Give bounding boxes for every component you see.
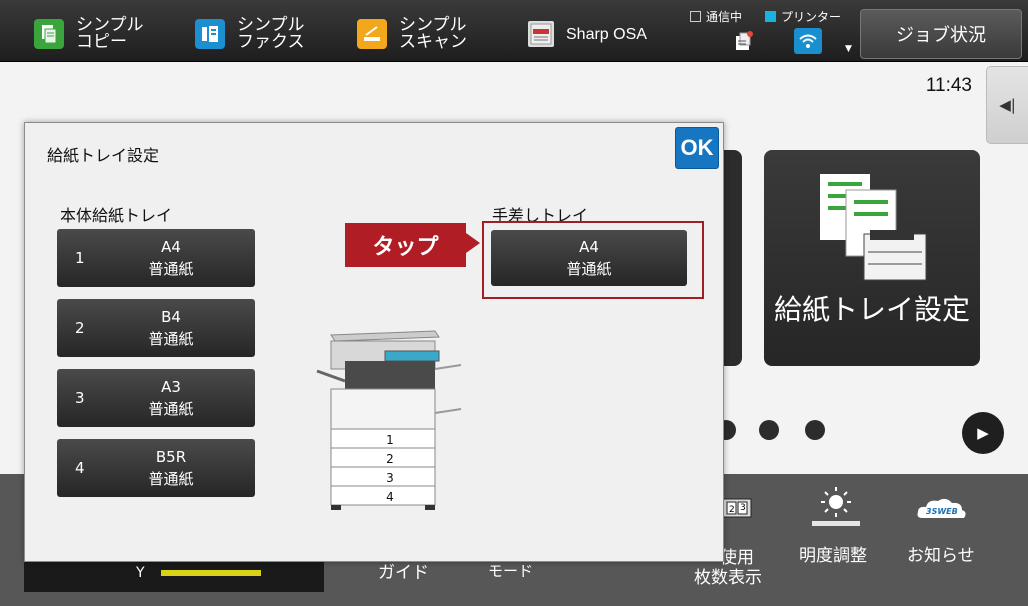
tray-paper-type: 普通紙 [148,260,194,278]
page-dot[interactable] [805,420,825,440]
ok-button[interactable]: OK [675,127,719,169]
printer-indicator [765,11,776,22]
printer-status-label: プリンター [781,10,842,24]
app-label: Sharp OSA [566,25,647,43]
main-tray-section-label: 本体給紙トレイ [60,206,173,225]
tray-button-2[interactable]: 2 B4 普通紙 [57,299,255,357]
tile-label: 給紙トレイ設定 [773,293,970,326]
scan-icon [357,19,387,49]
job-status-button[interactable]: ジョブ状況 [860,9,1022,59]
sharp-osa-button[interactable]: Sharp OSA [528,14,647,54]
guide-label: ガイド [378,563,429,583]
printer-tray-number: 1 [386,433,394,447]
paper-tray-settings-tile[interactable]: 給紙トレイ設定 [764,150,980,366]
next-page-button[interactable]: ▶ [962,412,1004,454]
comm-status-label: 通信中 [706,10,743,24]
wifi-icon[interactable] [794,28,822,54]
simple-fax-button[interactable]: シンプル ファクス [195,14,305,54]
app-label-line2: ファクス [237,32,305,52]
tray-paper-type: 普通紙 [148,400,194,418]
printer-tray-number: 4 [386,490,394,504]
counter-icon: 23 [722,496,752,524]
mode-button[interactable]: モード [488,561,533,581]
tap-callout: タップ [345,223,466,267]
tray-number: 2 [75,319,85,337]
brightness-label: 明度調整 [799,546,867,566]
play-arrow-icon: ▶ [977,424,989,442]
toner-label: Y [136,565,145,581]
paper-tray-tile-icon [820,174,930,288]
printer-illustration: 1 2 3 4 [315,323,475,513]
svg-text:2: 2 [729,505,735,515]
comm-status: 通信中 [690,8,742,25]
printer-tray-number: 2 [386,452,394,466]
tray-button-1[interactable]: 1 A4 普通紙 [57,229,255,287]
guide-button[interactable]: ガイド [378,563,429,583]
paper-tray-settings-dialog: 給紙トレイ設定 OK 本体給紙トレイ 手差しトレイ 1 A4 普通紙 2 B4 普通… [24,122,724,562]
brightness-icon [812,487,860,531]
fax-icon [195,19,225,49]
dialog-title: 給紙トレイ設定 [47,146,160,165]
tray-paper-size: A4 [161,238,181,256]
usage-count-label-2: 枚数表示 [694,568,762,588]
status-dropdown-icon[interactable]: ▼ [845,44,852,54]
job-doc-icon[interactable] [733,30,755,56]
tray-paper-size: B5R [155,448,187,466]
clock: 11:43 [925,75,972,96]
page-dot[interactable] [759,420,779,440]
tray-paper-size: B4 [161,308,181,326]
simple-scan-button[interactable]: シンプル スキャン [357,14,467,54]
printer-status: プリンター [765,8,841,25]
comm-indicator [690,11,701,22]
tap-callout-arrow [466,233,480,253]
side-panel-toggle[interactable]: ◀| [986,66,1028,144]
osa-icon [528,21,554,47]
collapse-arrow-icon: ◀| [999,96,1016,114]
simple-copy-button[interactable]: シンプル コピー [34,14,144,54]
copy-icon [34,19,64,49]
brightness-button[interactable]: 明度調整 [799,546,867,566]
tray-button-4[interactable]: 4 B5R 普通紙 [57,439,255,497]
notice-label: お知らせ [907,546,975,566]
toner-y: Y [136,565,261,581]
bypass-paper-type: 普通紙 [566,260,612,278]
notice-button[interactable]: お知らせ [907,546,975,566]
tray-number: 3 [75,389,85,407]
app-label-line2: スキャン [399,32,467,52]
tray-paper-size: A3 [161,378,181,396]
bypass-paper-size: A4 [579,238,599,256]
svg-text:3SWEB: 3SWEB [926,507,958,516]
top-bar: シンプル コピー シンプル ファクス シンプル スキャン Sharp OSA 通信中 … [0,0,1028,62]
tray-paper-type: 普通紙 [148,470,194,488]
mode-label: モード [488,562,534,580]
tray-number: 4 [75,459,85,477]
bypass-tray-button[interactable]: A4 普通紙 [491,230,687,286]
sharp-web-icon: 3SWEB [916,496,968,528]
tray-number: 1 [75,249,85,267]
svg-text:3: 3 [740,503,746,513]
toner-level-bar [160,570,261,576]
app-label-line2: コピー [76,32,127,52]
tray-paper-type: 普通紙 [148,330,194,348]
printer-tray-number: 3 [386,471,394,485]
tray-button-3[interactable]: 3 A3 普通紙 [57,369,255,427]
